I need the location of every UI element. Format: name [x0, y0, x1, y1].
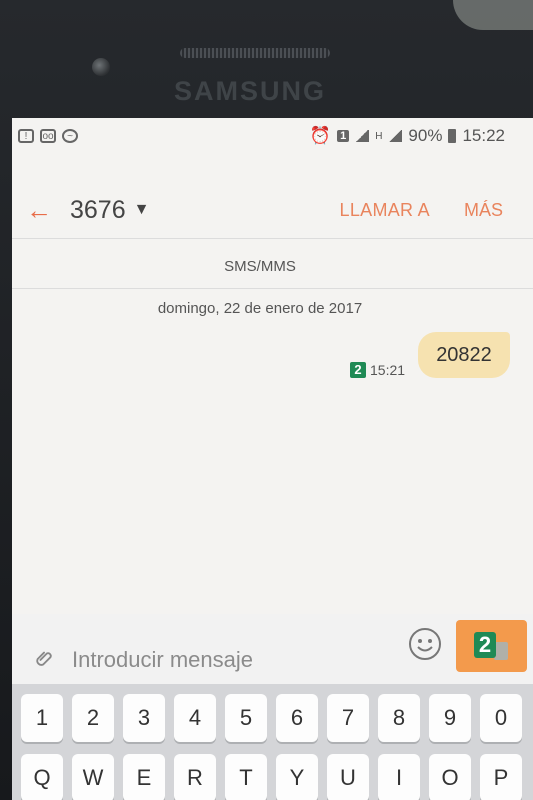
emoji-icon[interactable]	[408, 627, 442, 661]
key[interactable]: 6	[276, 694, 318, 742]
message-time: 15:21	[370, 362, 406, 378]
battery-percent: 90%	[408, 126, 443, 145]
key[interactable]: I	[378, 754, 420, 800]
key[interactable]: R	[174, 754, 216, 800]
key[interactable]: 5	[225, 694, 267, 742]
send-sim-badge: 2	[474, 632, 496, 658]
sim-indicator: 1	[337, 130, 350, 142]
send-button[interactable]: 2	[456, 620, 527, 672]
key[interactable]: 4	[174, 694, 216, 742]
messenger-icon: ~	[62, 129, 78, 143]
background-corner	[453, 0, 533, 30]
sim-card-icon	[494, 642, 508, 660]
sim2-signal-icon	[355, 130, 370, 142]
key[interactable]: T	[225, 754, 267, 800]
thread-type-label: SMS/MMS	[224, 258, 296, 275]
key[interactable]: 8	[378, 694, 420, 742]
number-row: 1 2 3 4 5 6 7 8 9 0	[12, 694, 533, 742]
back-arrow-icon[interactable]: ←	[26, 195, 56, 226]
call-button[interactable]: LLAMAR A	[340, 200, 430, 221]
divider	[12, 288, 533, 289]
voicemail-icon: oo	[40, 129, 56, 143]
key[interactable]: 3	[123, 694, 165, 742]
paperclip-icon[interactable]	[34, 648, 56, 670]
battery-icon	[448, 129, 457, 143]
alert-icon: !	[18, 129, 34, 143]
message-input[interactable]	[70, 639, 394, 681]
earpiece-speaker	[180, 48, 330, 58]
app-bar: ← 3676 ▼ LLAMAR A MÁS	[12, 182, 533, 238]
brand-logo: SAMSUNG	[173, 76, 326, 106]
message-meta: 2 15:21	[350, 362, 405, 378]
key[interactable]: 2	[72, 694, 114, 742]
letter-row: Q W E R T Y U I O P	[12, 754, 533, 800]
keyboard: 1 2 3 4 5 6 7 8 9 0 Q W E R T Y U I O P	[12, 684, 533, 800]
system-icons: ⏰ 1 H 90% 15:22	[310, 126, 533, 146]
clock: 15:22	[462, 126, 505, 145]
chevron-down-icon[interactable]: ▼	[134, 201, 150, 219]
network-type: H	[375, 130, 383, 142]
sim-badge: 2	[350, 362, 366, 378]
key[interactable]: 1	[21, 694, 63, 742]
key[interactable]: P	[480, 754, 522, 800]
key[interactable]: U	[327, 754, 369, 800]
key[interactable]: Q	[21, 754, 63, 800]
key[interactable]: Y	[276, 754, 318, 800]
signal-icon	[388, 130, 403, 142]
key[interactable]: 0	[480, 694, 522, 742]
key[interactable]: W	[72, 754, 114, 800]
notification-icons: ! oo ~	[12, 129, 78, 143]
phone-screen: ! oo ~ ⏰ 1 H 90% 15:22 ← 3676 ▼ LLAMAR A…	[12, 118, 533, 800]
front-camera	[92, 58, 110, 76]
divider	[12, 238, 533, 239]
message-bubble[interactable]: 20822	[418, 332, 510, 378]
more-button[interactable]: MÁS	[464, 200, 503, 221]
key[interactable]: 9	[429, 694, 471, 742]
key[interactable]: E	[123, 754, 165, 800]
status-bar: ! oo ~ ⏰ 1 H 90% 15:22	[12, 118, 533, 154]
contact-name[interactable]: 3676	[70, 196, 126, 225]
alarm-icon: ⏰	[309, 126, 332, 145]
date-separator: domingo, 22 de enero de 2017	[157, 300, 363, 317]
key[interactable]: 7	[327, 694, 369, 742]
key[interactable]: O	[429, 754, 471, 800]
